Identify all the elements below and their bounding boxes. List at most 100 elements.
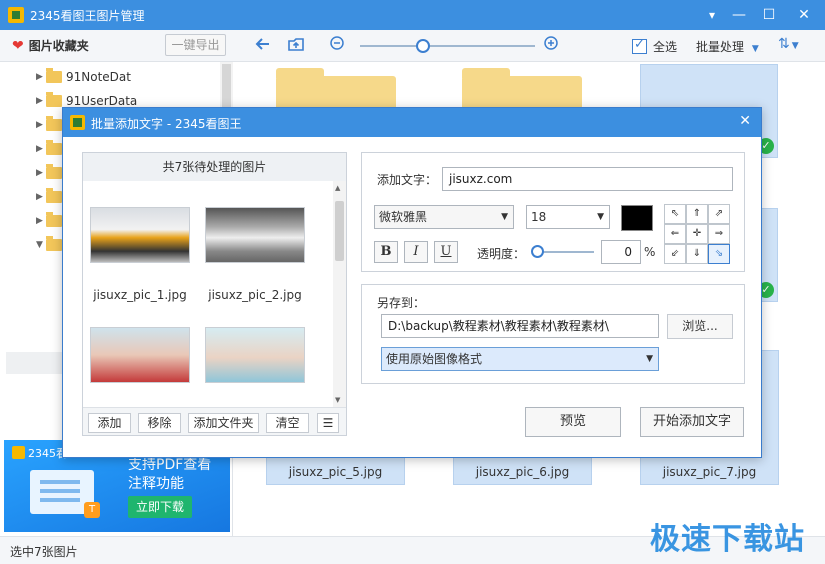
position-middle-left-icon[interactable]: ⇐	[664, 224, 686, 244]
output-format-select[interactable]: 使用原始图像格式 ▼	[381, 347, 659, 371]
text-color-picker[interactable]	[621, 205, 653, 231]
sort-icon[interactable]: ⇅ ▼	[778, 36, 799, 52]
heart-icon: ❤	[12, 37, 24, 54]
add-image-button[interactable]: 添加	[88, 413, 131, 433]
italic-button[interactable]: I	[404, 241, 428, 263]
dialog-close-icon[interactable]: ✕	[739, 113, 751, 129]
select-all-toggle[interactable]: 全选	[632, 37, 678, 55]
app-titlebar: 2345看图王图片管理 ▾ — ☐ ✕	[0, 0, 825, 30]
image-thumbnail[interactable]	[90, 207, 190, 263]
save-to-label: 另存到：	[377, 296, 426, 310]
font-family-value: 微软雅黑	[379, 210, 428, 224]
clear-list-button[interactable]: 清空	[266, 413, 309, 433]
remove-image-button[interactable]: 移除	[138, 413, 181, 433]
promo-line2: 注释功能	[128, 476, 184, 492]
folder-icon	[46, 188, 62, 203]
favorites-header[interactable]: ❤ 图片收藏夹	[12, 37, 89, 54]
save-settings-group: 另存到： D:\backup\教程素材\教程素材\教程素材\ 浏览... 使用原…	[361, 284, 745, 384]
app-title: 2345看图王图片管理	[30, 8, 145, 23]
export-button[interactable]: 一键导出	[165, 34, 226, 56]
folder-icon	[46, 212, 62, 227]
bold-button[interactable]: B	[374, 241, 398, 263]
zoom-out-icon[interactable]	[326, 35, 348, 57]
opacity-value-input[interactable]: 0	[601, 240, 641, 264]
chevron-down-icon: ▼	[751, 44, 759, 54]
collapse-arrow-icon[interactable]: ▼	[36, 240, 46, 250]
select-all-checkbox[interactable]	[632, 37, 647, 54]
expand-arrow-icon[interactable]: ▶	[36, 96, 46, 106]
main-toolbar: ❤ 图片收藏夹 一键导出 全选 批量处理 ▼ ⇅▼	[0, 30, 825, 62]
chevron-down-icon: ▼	[646, 354, 653, 364]
save-path-input[interactable]: D:\backup\教程素材\教程素材\教程素材\	[381, 314, 659, 338]
list-view-icon[interactable]: ☰	[317, 413, 339, 433]
text-badge-icon: T	[84, 502, 100, 518]
folder-icon	[46, 116, 62, 131]
scroll-up-icon[interactable]: ▲	[335, 184, 340, 192]
image-thumbnail[interactable]	[205, 207, 305, 263]
image-list-toolbar: 添加 移除 添加文件夹 清空 ☰	[83, 407, 346, 435]
expand-arrow-icon[interactable]: ▶	[36, 144, 46, 154]
opacity-unit: %	[644, 245, 656, 259]
add-folder-button[interactable]: 添加文件夹	[188, 413, 259, 433]
font-family-select[interactable]: 微软雅黑 ▼	[374, 205, 514, 229]
position-center-icon[interactable]: ✛	[686, 224, 708, 244]
folder-icon	[46, 164, 62, 179]
expand-arrow-icon[interactable]: ▶	[36, 192, 46, 202]
zoom-in-icon[interactable]	[540, 35, 562, 57]
back-arrow-icon[interactable]	[252, 35, 274, 57]
batch-process-menu[interactable]: 批量处理 ▼	[696, 38, 759, 55]
pending-images-panel: 共7张待处理的图片 jisuxz_pic_1.jpg jisuxz_pic_2.…	[82, 152, 347, 436]
zoom-slider-track[interactable]	[360, 45, 535, 47]
tree-item-label: 91UserData	[66, 94, 138, 108]
thumb-caption: jisuxz_pic_6.jpg	[475, 465, 570, 479]
scroll-down-icon[interactable]: ▼	[335, 396, 340, 404]
folder-icon[interactable]	[276, 68, 396, 110]
position-top-center-icon[interactable]: ⇑	[686, 204, 708, 224]
zoom-slider-handle[interactable]	[416, 39, 430, 53]
watermark-text-input[interactable]: jisuxz.com	[442, 167, 733, 191]
font-size-value: 18	[531, 210, 547, 224]
tree-item[interactable]: ▶ 91NoteDat	[36, 66, 131, 88]
menu-dropdown-icon[interactable]: ▾	[697, 0, 727, 30]
pending-images-header: 共7张待处理的图片	[83, 153, 346, 181]
folder-icon[interactable]	[462, 68, 582, 110]
close-button[interactable]: ✕	[789, 0, 819, 30]
expand-arrow-icon[interactable]: ▶	[36, 120, 46, 130]
promo-logo-icon	[12, 446, 25, 459]
opacity-label: 透明度：	[477, 247, 526, 261]
maximize-button[interactable]: ☐	[754, 0, 784, 30]
start-add-text-button[interactable]: 开始添加文字	[640, 407, 744, 437]
add-text-label: 添加文字：	[377, 173, 438, 187]
expand-arrow-icon[interactable]: ▶	[36, 168, 46, 178]
position-bottom-left-icon[interactable]: ⇙	[664, 244, 686, 264]
image-thumbnail[interactable]	[90, 327, 190, 383]
browse-button[interactable]: 浏览...	[667, 314, 733, 339]
minimize-button[interactable]: —	[724, 0, 754, 30]
upload-folder-icon[interactable]	[285, 35, 307, 57]
position-bottom-center-icon[interactable]: ⇓	[686, 244, 708, 264]
status-text: 选中7张图片	[10, 545, 78, 559]
image-list-scrollbar-thumb[interactable]	[335, 201, 344, 261]
image-thumbnail[interactable]	[205, 327, 305, 383]
tree-item-label: 91NoteDat	[66, 70, 131, 84]
expand-arrow-icon[interactable]: ▶	[36, 216, 46, 226]
position-top-right-icon[interactable]: ⇗	[708, 204, 730, 224]
thumb-caption: jisuxz_pic_7.jpg	[662, 465, 757, 479]
preview-button[interactable]: 预览	[525, 407, 621, 437]
watermark-logo: 极速下载站	[650, 522, 805, 557]
position-middle-right-icon[interactable]: ⇒	[708, 224, 730, 244]
output-format-value: 使用原始图像格式	[386, 352, 483, 366]
expand-arrow-icon[interactable]: ▶	[36, 72, 46, 82]
position-top-left-icon[interactable]: ⇖	[664, 204, 686, 224]
app-logo-icon	[8, 7, 24, 23]
opacity-slider-handle[interactable]	[531, 245, 544, 258]
select-all-label: 全选	[653, 40, 678, 54]
dialog-title: 批量添加文字 - 2345看图王	[91, 117, 242, 131]
font-size-select[interactable]: 18 ▼	[526, 205, 610, 229]
folder-icon	[46, 68, 62, 83]
promo-download-button[interactable]: 立即下载	[128, 496, 192, 518]
position-bottom-right-icon[interactable]: ⇘	[708, 244, 730, 264]
dialog-titlebar: 批量添加文字 - 2345看图王 ✕	[63, 108, 761, 137]
underline-button[interactable]: U	[434, 241, 458, 263]
chevron-down-icon: ▼	[501, 212, 508, 222]
